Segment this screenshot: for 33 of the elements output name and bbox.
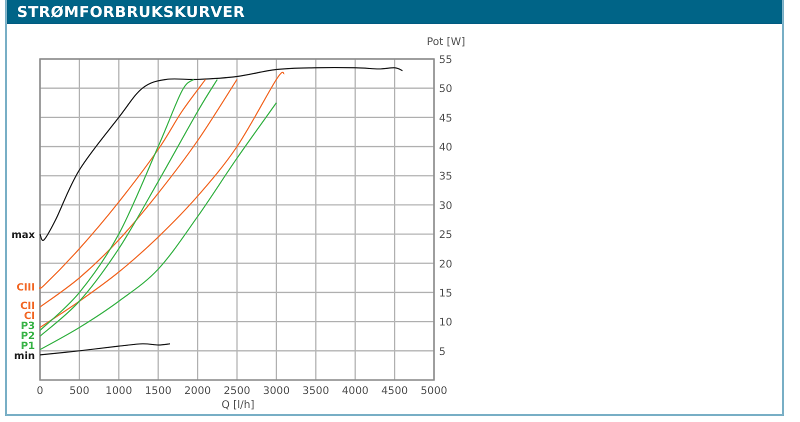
header-title: STRØMFORBRUKSKURVER: [17, 2, 246, 23]
x-tick-label: 5000: [420, 385, 448, 397]
series-label: P2: [20, 330, 35, 342]
x-tick-label: 4500: [381, 385, 408, 397]
y-tick-label: 5: [439, 346, 446, 358]
series-label: P3: [20, 320, 35, 332]
series-label: CI: [24, 310, 35, 322]
y-tick-label: 30: [439, 200, 452, 212]
y-tick-label: 20: [439, 258, 452, 270]
y-tick-label: 55: [439, 54, 452, 66]
series-label: CII: [20, 300, 35, 312]
y-tick-label: 50: [439, 83, 452, 96]
y-tick-label: 10: [439, 316, 452, 329]
y-tick-label: 35: [439, 170, 452, 183]
x-tick-label: 0: [36, 385, 44, 397]
series-label: P1: [20, 340, 35, 352]
y-tick-label: 15: [439, 287, 452, 300]
series-label: CIII: [16, 282, 35, 294]
x-axis-title: Q [l/h]: [222, 399, 254, 411]
y-axis-title: Pot [W]: [426, 36, 466, 48]
x-tick-label: 2000: [184, 385, 211, 397]
series-label: max: [11, 230, 35, 242]
x-tick-label: 3000: [263, 385, 290, 397]
y-tick-label: 25: [439, 229, 452, 242]
x-tick-label: 1500: [144, 385, 172, 397]
x-tick-label: 3500: [302, 385, 330, 397]
y-tick-label: 40: [439, 142, 452, 154]
series-label: min: [14, 350, 35, 362]
x-tick-label: 1000: [105, 385, 132, 397]
x-tick-label: 2500: [224, 385, 250, 397]
y-tick-label: 45: [439, 112, 452, 124]
x-tick-label: 500: [69, 385, 90, 397]
x-tick-label: 4000: [342, 385, 369, 397]
